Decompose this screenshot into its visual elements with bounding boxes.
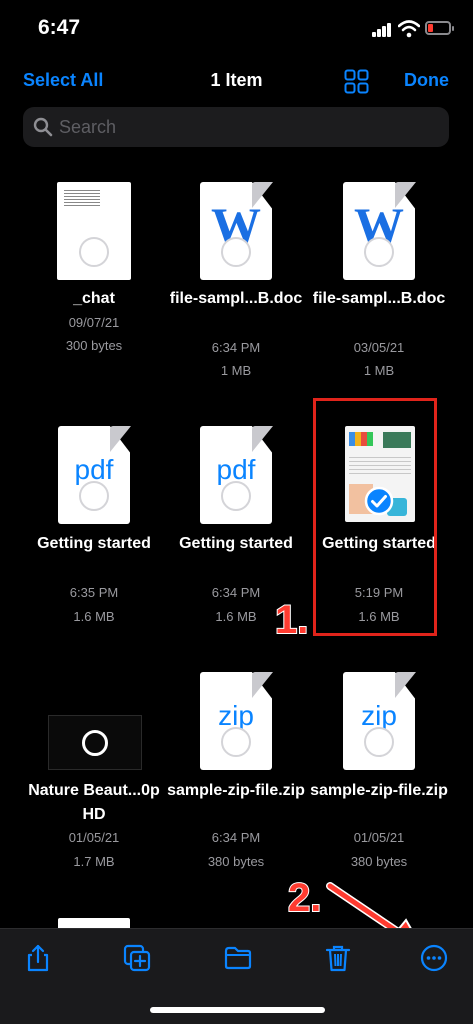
file-date: 6:34 PM [211, 830, 261, 845]
file-name: _chat [73, 290, 115, 307]
file-date: 6:34 PM [211, 340, 261, 355]
grid-view-icon[interactable] [344, 69, 369, 94]
file-size: 1 MB [363, 363, 395, 378]
selection-highlight-box [313, 398, 437, 636]
file-size: 1 MB [220, 363, 252, 378]
file-name: sample-zip-file.zip [310, 782, 448, 799]
file-thumbnail: pdf [24, 426, 164, 526]
file-name: file-sampl...B.doc [169, 290, 303, 307]
home-indicator [150, 1007, 325, 1013]
status-bar: 6:47 [0, 0, 473, 60]
word-document-icon: W [200, 182, 272, 280]
duplicate-icon[interactable] [122, 943, 152, 973]
file-tile[interactable]: _chat 09/07/21 300 bytes [24, 180, 164, 380]
file-date: 01/05/21 [68, 830, 120, 845]
file-tile[interactable]: Nature Beaut...0p HD 01/05/21 1.7 MB [24, 715, 164, 875]
file-size: 1.6 MB [73, 609, 115, 624]
loading-circle-icon [82, 730, 108, 756]
file-size: 380 bytes [207, 854, 265, 869]
pdf-document-icon: pdf [58, 426, 130, 524]
zip-archive-icon: zip [200, 672, 272, 770]
video-thumbnail [48, 715, 142, 770]
share-icon[interactable] [23, 943, 53, 973]
file-thumbnail: pdf [166, 426, 306, 526]
more-icon[interactable] [419, 943, 449, 973]
text-document-icon [57, 182, 131, 280]
page-title: 1 Item [210, 70, 263, 90]
navigation-bar: Select All 1 Item Done [0, 62, 473, 102]
cellular-signal-icon [372, 23, 392, 37]
file-size: 1.7 MB [73, 854, 115, 869]
file-thumbnail [24, 180, 164, 280]
file-name: Nature Beaut...0p HD [28, 782, 160, 823]
file-name: sample-zip-file.zip [167, 782, 305, 799]
file-size: 300 bytes [65, 338, 123, 353]
trash-icon[interactable] [323, 943, 353, 973]
file-thumbnail: W [309, 180, 449, 280]
file-tile[interactable]: W file-sampl...B.doc 03/05/21 1 MB [309, 180, 449, 380]
file-tile[interactable]: pdf Getting started 6:35 PM 1.6 MB [24, 426, 164, 636]
file-date: 6:35 PM [69, 585, 119, 600]
file-thumbnail: zip [166, 672, 306, 772]
file-thumbnail: W [166, 180, 306, 280]
annotation-step-2: 2. [287, 875, 322, 921]
file-thumbnail: zip [309, 672, 449, 772]
pdf-document-icon: pdf [200, 426, 272, 524]
search-icon [33, 117, 53, 137]
done-button[interactable]: Done [404, 70, 449, 91]
file-name: Getting started [179, 535, 293, 552]
file-name: Getting started [37, 535, 151, 552]
file-date: 03/05/21 [353, 340, 405, 355]
file-date: 01/05/21 [353, 830, 405, 845]
battery-icon [425, 21, 454, 35]
file-size: 380 bytes [350, 854, 408, 869]
search-bar [23, 107, 449, 147]
status-time: 6:47 [38, 16, 81, 39]
zip-archive-icon: zip [343, 672, 415, 770]
file-tile[interactable]: zip sample-zip-file.zip 01/05/21 380 byt… [309, 672, 449, 872]
file-name: file-sampl...B.doc [312, 290, 446, 307]
folder-icon[interactable] [223, 943, 253, 973]
file-date: 09/07/21 [68, 315, 120, 330]
wifi-icon [398, 20, 420, 38]
search-input[interactable] [59, 107, 439, 147]
file-tile[interactable]: W file-sampl...B.doc 6:34 PM 1 MB [166, 180, 306, 380]
word-document-icon: W [343, 182, 415, 280]
file-tile[interactable]: zip sample-zip-file.zip 6:34 PM 380 byte… [166, 672, 306, 872]
annotation-step-1: 1. [274, 597, 309, 643]
